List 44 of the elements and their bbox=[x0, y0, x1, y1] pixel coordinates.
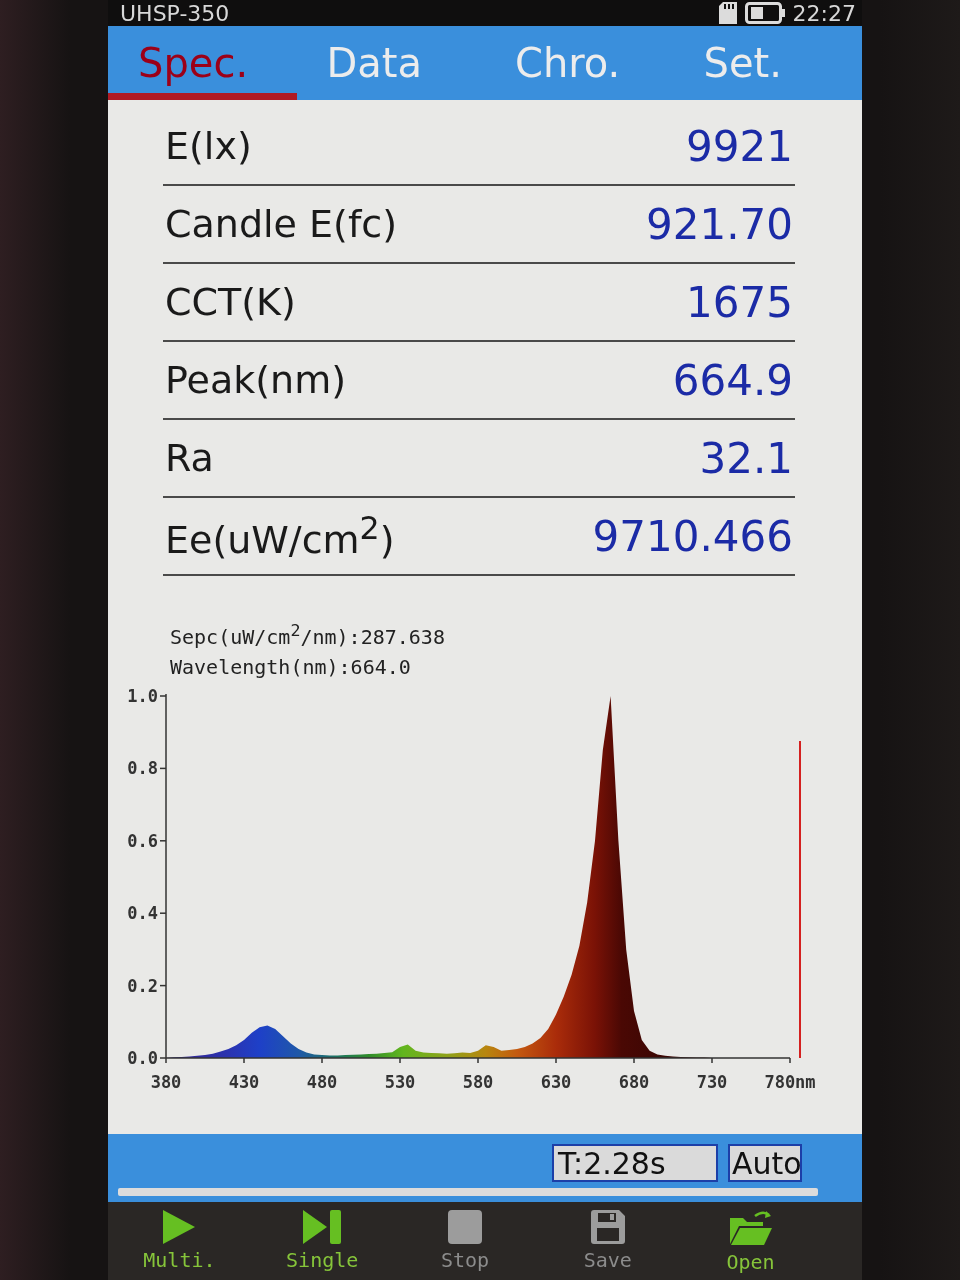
tab[interactable]: Chro. bbox=[485, 26, 674, 100]
cursor-readout: Wavelength(nm):664.0 bbox=[170, 653, 411, 681]
play-button[interactable]: Multi. bbox=[108, 1202, 251, 1280]
measurement-label: CCT(K) bbox=[165, 280, 296, 324]
x-tick-label: 780nm bbox=[764, 1071, 816, 1092]
tab[interactable]: Data bbox=[296, 26, 485, 100]
y-tick-label: 0.0 bbox=[127, 1047, 158, 1068]
measurement-value: 921.70 bbox=[646, 199, 793, 249]
folder-icon bbox=[728, 1210, 773, 1246]
measurement-value: 9921 bbox=[686, 121, 793, 171]
x-tick-label: 730 bbox=[696, 1071, 728, 1092]
x-tick-label: 630 bbox=[540, 1071, 572, 1092]
y-tick-label: 0.8 bbox=[127, 758, 158, 779]
integration-time-display: T:2.28s bbox=[552, 1144, 718, 1182]
y-tick-label: 0.2 bbox=[127, 975, 158, 996]
measurement-label: E(lx) bbox=[165, 124, 252, 168]
clock-time: 22:27 bbox=[792, 0, 856, 26]
measurement-label: Peak(nm) bbox=[165, 358, 346, 402]
square-icon bbox=[448, 1210, 482, 1244]
measurement-label: Candle E(fc) bbox=[165, 202, 397, 246]
open-button[interactable]: Open bbox=[679, 1202, 822, 1280]
x-tick-label: 430 bbox=[228, 1071, 260, 1092]
measurement-label: Ra bbox=[165, 436, 214, 480]
x-tick-label: 580 bbox=[462, 1071, 494, 1092]
x-tick-label: 680 bbox=[618, 1071, 650, 1092]
x-tick-label: 380 bbox=[150, 1071, 182, 1092]
auto-mode-button[interactable]: Auto bbox=[728, 1144, 802, 1182]
measurement-value: 32.1 bbox=[699, 433, 793, 483]
battery-icon bbox=[744, 2, 785, 24]
measurement-value: 9710.466 bbox=[592, 511, 793, 561]
play-icon bbox=[163, 1210, 196, 1244]
skip-next-icon bbox=[303, 1210, 342, 1244]
device-model: UHSP-350 bbox=[120, 0, 230, 26]
y-tick-label: 1.0 bbox=[127, 685, 158, 706]
x-tick-label: 530 bbox=[384, 1071, 416, 1092]
measurement-value: 664.9 bbox=[672, 355, 793, 405]
measurement-label: Ee(uW/cm$^{2}$) bbox=[165, 510, 395, 562]
y-tick-label: 0.6 bbox=[127, 830, 158, 851]
x-tick-label: 480 bbox=[306, 1071, 338, 1092]
cursor-readout: Sepc(uW/cm$^{2}$/nm):287.638 bbox=[170, 620, 445, 651]
y-tick-label: 0.4 bbox=[127, 902, 158, 923]
single-step-button[interactable]: Single bbox=[250, 1202, 394, 1280]
measurement-value: 1675 bbox=[686, 277, 793, 327]
tab[interactable]: Set. bbox=[673, 26, 862, 100]
